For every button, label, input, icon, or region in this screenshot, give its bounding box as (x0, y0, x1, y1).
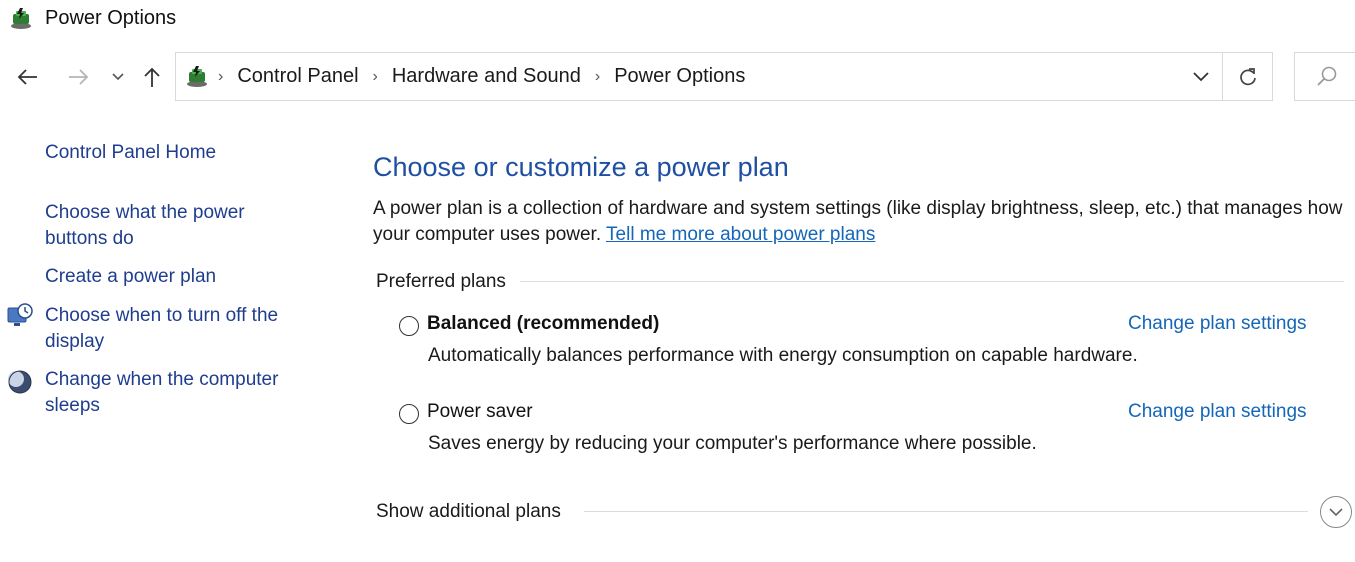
show-additional-plans-label[interactable]: Show additional plans (376, 499, 561, 525)
balanced-plan-name[interactable]: Balanced (recommended) (427, 311, 659, 337)
page-title: Choose or customize a power plan (373, 152, 789, 182)
balanced-change-settings-link[interactable]: Change plan settings (1128, 311, 1307, 337)
refresh-button[interactable] (1223, 53, 1273, 100)
power-buttons-link[interactable]: Choose what the power buttons do (45, 200, 305, 252)
forward-button[interactable] (64, 62, 94, 92)
power-saver-change-settings-link[interactable]: Change plan settings (1128, 399, 1307, 425)
chevron-down-icon (112, 73, 124, 81)
moon-icon (6, 368, 34, 396)
window-title: Power Options (45, 7, 177, 29)
address-history-button[interactable] (1181, 53, 1221, 100)
balanced-plan-radio[interactable] (399, 316, 419, 336)
breadcrumb-separator-icon[interactable]: › (373, 68, 378, 86)
address-bar[interactable]: › Control Panel › Hardware and Sound › P… (175, 52, 1273, 101)
power-options-icon (8, 6, 34, 30)
refresh-icon (1240, 67, 1256, 85)
turn-off-display-link[interactable]: Choose when to turn off the display (45, 303, 315, 355)
control-panel-home-link[interactable]: Control Panel Home (45, 140, 216, 166)
divider (520, 281, 1344, 282)
back-button[interactable] (12, 62, 42, 92)
chevron-down-icon (1193, 71, 1209, 81)
search-input[interactable] (1294, 52, 1355, 101)
power-saver-plan-name[interactable]: Power saver (427, 399, 533, 425)
intro-text: A power plan is a collection of hardware… (373, 196, 1353, 248)
create-power-plan-link[interactable]: Create a power plan (45, 264, 216, 290)
breadcrumb: › Control Panel › Hardware and Sound › P… (218, 53, 745, 100)
power-plans-help-link[interactable]: Tell me more about power plans (606, 224, 875, 245)
breadcrumb-power-options[interactable]: Power Options (614, 65, 745, 88)
search-icon (1315, 65, 1339, 89)
expand-additional-plans-button[interactable] (1320, 496, 1352, 528)
breadcrumb-separator-icon[interactable]: › (595, 68, 600, 86)
up-button[interactable] (138, 62, 166, 92)
balanced-plan-description: Automatically balances performance with … (428, 345, 1138, 366)
breadcrumb-hardware-and-sound[interactable]: Hardware and Sound (392, 65, 581, 88)
recent-locations-button[interactable] (108, 62, 128, 92)
forward-arrow-icon (69, 69, 89, 85)
back-arrow-icon (17, 69, 37, 85)
display-clock-icon (6, 302, 34, 330)
up-arrow-icon (144, 67, 160, 87)
divider (584, 511, 1308, 512)
power-options-icon (184, 63, 210, 89)
breadcrumb-control-panel[interactable]: Control Panel (237, 65, 358, 88)
chevron-down-icon (1329, 507, 1343, 516)
preferred-plans-label: Preferred plans (376, 269, 506, 295)
computer-sleeps-link[interactable]: Change when the computer sleeps (45, 367, 315, 419)
power-saver-plan-radio[interactable] (399, 404, 419, 424)
power-saver-plan-description: Saves energy by reducing your computer's… (428, 433, 1037, 454)
breadcrumb-separator-icon[interactable]: › (218, 68, 223, 86)
